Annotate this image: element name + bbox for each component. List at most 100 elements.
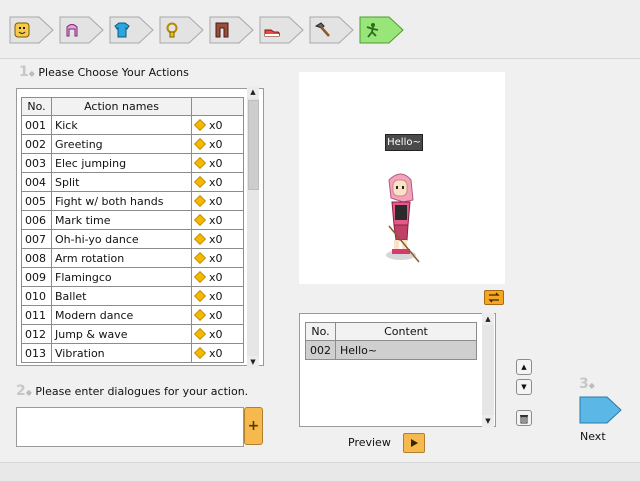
action-cost: x0 xyxy=(191,115,244,135)
action-cost-value: x0 xyxy=(209,327,223,341)
cube-icon xyxy=(193,327,207,340)
preview-label: Preview xyxy=(348,436,391,449)
content-table: No. Content 002 Hello~ xyxy=(305,322,477,360)
rotate-avatar-button[interactable] xyxy=(484,290,504,305)
step-arrow-icon: ◆ xyxy=(25,388,32,397)
scroll-down-icon[interactable]: ▼ xyxy=(482,415,494,427)
pants-icon xyxy=(214,22,230,38)
content-row-text: Hello~ xyxy=(335,340,477,360)
table-row[interactable]: 011 Modern dance x0 xyxy=(21,305,244,325)
action-name: Kick xyxy=(51,115,192,135)
action-no: 003 xyxy=(21,153,52,173)
scroll-up-icon[interactable]: ▲ xyxy=(247,86,259,98)
next-button[interactable] xyxy=(579,394,623,426)
dance-icon xyxy=(364,22,380,38)
scroll-down-icon[interactable]: ▼ xyxy=(247,356,259,368)
play-icon xyxy=(411,439,418,447)
table-row[interactable]: 002 Greeting x0 xyxy=(21,134,244,154)
cube-icon xyxy=(193,346,207,359)
action-name: Vibration xyxy=(51,343,192,363)
action-cost: x0 xyxy=(191,305,244,325)
action-no: 002 xyxy=(21,134,52,154)
action-cost: x0 xyxy=(191,172,244,192)
table-row[interactable]: 010 Ballet x0 xyxy=(21,286,244,306)
actions-scrollbar[interactable]: ▲ ▼ xyxy=(247,86,259,368)
face-icon xyxy=(14,22,30,38)
action-cost-value: x0 xyxy=(209,118,223,132)
action-no: 008 xyxy=(21,248,52,268)
action-cost-value: x0 xyxy=(209,137,223,151)
cube-icon xyxy=(193,213,207,226)
action-cost-value: x0 xyxy=(209,251,223,265)
action-name: Fight w/ both hands xyxy=(51,191,192,211)
tab-face[interactable] xyxy=(9,16,55,44)
column-header-no: No. xyxy=(305,322,336,341)
content-row-no: 002 xyxy=(305,340,336,360)
table-row[interactable]: 006 Mark time x0 xyxy=(21,210,244,230)
action-no: 009 xyxy=(21,267,52,287)
action-no: 010 xyxy=(21,286,52,306)
action-name: Jump & wave xyxy=(51,324,192,344)
step1-number: 1 xyxy=(19,64,29,80)
table-row[interactable]: 004 Split x0 xyxy=(21,172,244,192)
dialogue-content-list: No. Content 002 Hello~ xyxy=(299,313,496,427)
cube-icon xyxy=(193,137,207,150)
step-arrow-icon: ◆ xyxy=(588,381,595,390)
next-arrow-icon xyxy=(579,396,622,424)
cube-icon xyxy=(193,270,207,283)
actions-list: No. Action names 001 Kick x0 002 Greeting x0 0… xyxy=(16,88,264,366)
content-row[interactable]: 002 Hello~ xyxy=(305,340,477,360)
step1-header: 1◆ Please Choose Your Actions xyxy=(19,64,189,80)
necklace-icon xyxy=(164,22,180,38)
cube-icon xyxy=(193,232,207,245)
delete-button[interactable] xyxy=(516,410,532,426)
action-cost: x0 xyxy=(191,267,244,287)
cube-icon xyxy=(193,194,207,207)
action-name: Elec jumping xyxy=(51,153,192,173)
tab-shirt[interactable] xyxy=(109,16,155,44)
table-row[interactable]: 003 Elec jumping x0 xyxy=(21,153,244,173)
action-cost: x0 xyxy=(191,210,244,230)
action-no: 011 xyxy=(21,305,52,325)
step3-header: 3◆ xyxy=(579,376,595,392)
step2-number: 2 xyxy=(16,383,26,399)
tab-pants[interactable] xyxy=(209,16,255,44)
action-cost: x0 xyxy=(191,286,244,306)
action-cost-value: x0 xyxy=(209,346,223,360)
action-cost: x0 xyxy=(191,134,244,154)
tab-tools[interactable] xyxy=(309,16,355,44)
avatar-preview xyxy=(299,72,505,284)
preview-play-button[interactable] xyxy=(403,433,425,453)
action-no: 013 xyxy=(21,343,52,363)
tab-shoes[interactable] xyxy=(259,16,305,44)
step-arrow-icon: ◆ xyxy=(28,69,35,78)
hammer-icon xyxy=(314,22,330,38)
scroll-up-icon[interactable]: ▲ xyxy=(482,313,494,325)
action-cost: x0 xyxy=(191,153,244,173)
table-row[interactable]: 001 Kick x0 xyxy=(21,115,244,135)
table-row[interactable]: 013 Vibration x0 xyxy=(21,343,244,363)
column-header-no: No. xyxy=(21,97,52,116)
content-scrollbar[interactable]: ▲ ▼ xyxy=(482,313,494,427)
move-down-button[interactable]: ▼ xyxy=(516,379,532,395)
move-up-button[interactable]: ▲ xyxy=(516,359,532,375)
table-row[interactable]: 008 Arm rotation x0 xyxy=(21,248,244,268)
scroll-thumb[interactable] xyxy=(248,100,259,190)
table-row[interactable]: 007 Oh-hi-yo dance x0 xyxy=(21,229,244,249)
dialogue-input[interactable] xyxy=(16,407,244,447)
category-tab-bar xyxy=(0,0,640,59)
actions-table: No. Action names 001 Kick x0 002 Greeting x0 0… xyxy=(21,97,244,363)
table-row[interactable]: 005 Fight w/ both hands x0 xyxy=(21,191,244,211)
action-name: Modern dance xyxy=(51,305,192,325)
trash-icon xyxy=(520,414,528,423)
action-no: 012 xyxy=(21,324,52,344)
tab-actions[interactable] xyxy=(359,16,405,44)
column-header-action-names: Action names xyxy=(51,97,192,116)
tab-hair[interactable] xyxy=(59,16,105,44)
avatar xyxy=(386,173,420,263)
add-dialogue-button[interactable]: + xyxy=(244,407,263,445)
step2-label: Please enter dialogues for your action. xyxy=(35,385,249,398)
table-row[interactable]: 012 Jump & wave x0 xyxy=(21,324,244,344)
table-row[interactable]: 009 Flamingco x0 xyxy=(21,267,244,287)
tab-necklace[interactable] xyxy=(159,16,205,44)
